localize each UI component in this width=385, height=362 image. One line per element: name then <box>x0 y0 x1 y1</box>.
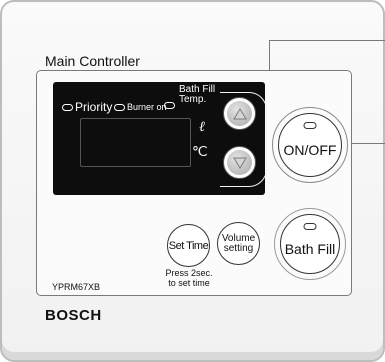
priority-indicator: Priority <box>62 100 112 114</box>
down-triangle-icon <box>232 157 247 169</box>
down-button[interactable] <box>223 146 256 179</box>
volume-setting-button[interactable]: Volume setting <box>217 222 260 265</box>
up-triangle-icon <box>232 107 247 119</box>
bathfill-temp-label: Bath Fill Temp. <box>179 85 215 105</box>
set-time-button-label: Set Time <box>168 239 209 252</box>
set-time-button[interactable]: Set Time <box>167 224 210 267</box>
lcd-readout <box>80 118 191 167</box>
down-button-face <box>227 150 252 175</box>
burner-indicator: Burner on <box>114 102 167 112</box>
up-button-face <box>227 101 252 126</box>
volume-setting-label-line1: Volume <box>221 232 256 244</box>
bathfill-temp-indicator <box>164 102 177 109</box>
priority-label: Priority <box>75 100 113 114</box>
set-time-instruction-line2: to set time <box>168 278 210 288</box>
volume-setting-label-line2: setting <box>223 242 254 254</box>
bathfill-button[interactable]: Bath Fill <box>280 214 340 274</box>
onoff-led-icon <box>303 122 317 129</box>
up-button[interactable] <box>223 97 256 130</box>
bathfill-temp-label-line2: Temp. <box>179 94 207 105</box>
model-number: YPRM67XB <box>52 282 101 292</box>
priority-led-icon <box>62 103 73 111</box>
volume-setting-label: Volume setting <box>221 232 256 254</box>
liter-unit: ℓ <box>199 119 205 135</box>
onoff-button-label: ON/OFF <box>283 142 337 158</box>
set-time-instruction: Press 2sec. to set time <box>162 268 216 288</box>
onoff-button[interactable]: ON/OFF <box>278 113 342 177</box>
bathfill-temp-led-icon <box>164 102 175 109</box>
set-time-instruction-line1: Press 2sec. <box>165 268 213 278</box>
bathfill-led-icon <box>303 223 317 230</box>
celsius-unit: ℃ <box>192 143 208 159</box>
callout-line-top <box>269 40 385 41</box>
burner-led-icon <box>114 103 125 111</box>
controller-title: Main Controller <box>45 53 140 69</box>
brand-logo: BOSCH <box>45 307 102 324</box>
burner-label: Burner on <box>127 102 167 112</box>
bathfill-button-label: Bath Fill <box>284 241 336 257</box>
